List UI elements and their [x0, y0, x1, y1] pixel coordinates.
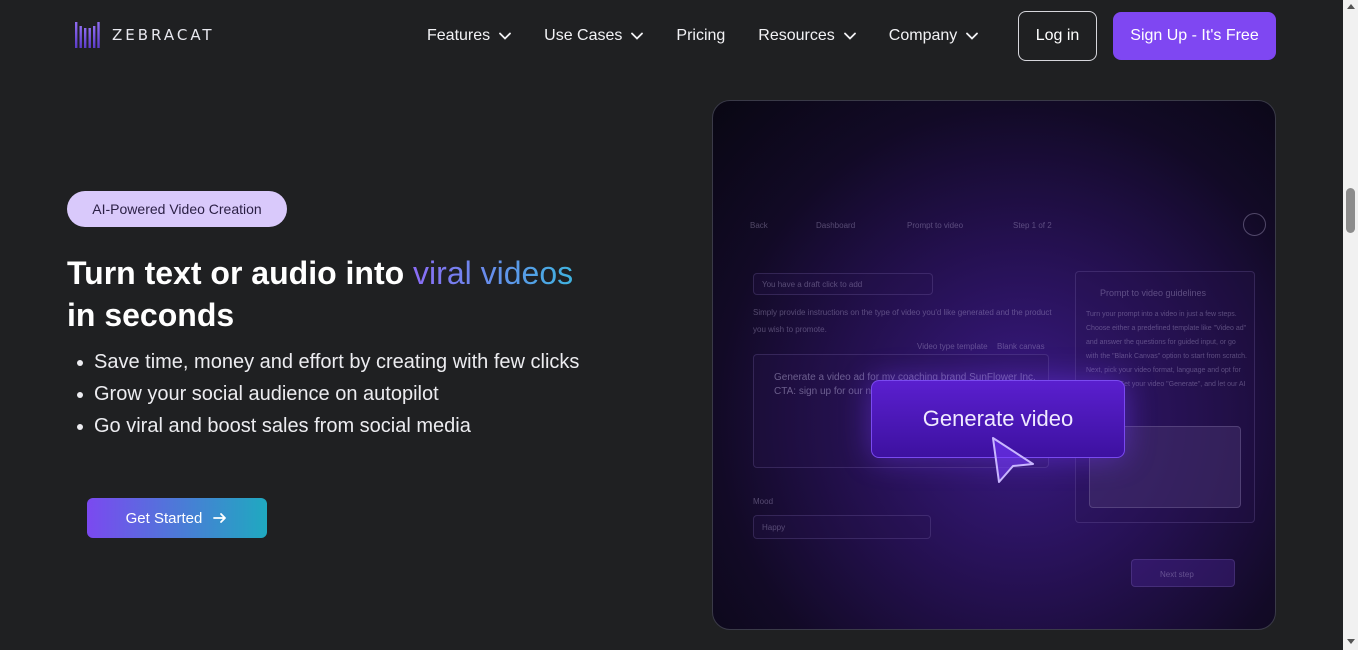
get-started-button[interactable]: Get Started: [87, 498, 267, 538]
brand-name: ZEBRACAT: [112, 26, 215, 44]
nav-item-label: Pricing: [676, 27, 726, 44]
preview-breadcrumb-prompt: Prompt to video: [907, 221, 964, 230]
nav-item-label: Features: [427, 27, 491, 44]
zebracat-logo-icon: [75, 22, 100, 48]
nav-item-label: Company: [888, 27, 958, 44]
draft-notice: You have a draft click to add: [753, 273, 933, 295]
get-started-label: Get Started: [125, 509, 203, 527]
next-step-button: Next step: [1131, 559, 1235, 587]
preview-step-indicator: Step 1 of 2: [1013, 221, 1052, 230]
nav-item-company[interactable]: Company: [888, 24, 979, 48]
nav-item-features[interactable]: Features: [427, 24, 512, 48]
nav-item-label: Use Cases: [544, 27, 623, 44]
nav-item-label: Resources: [758, 27, 835, 44]
guidelines-title: Prompt to video guidelines: [1100, 288, 1207, 298]
headline-start: Turn text or audio into: [67, 255, 414, 291]
draft-notice-text: You have a draft click to add: [762, 280, 863, 289]
next-step-label: Next step: [1160, 570, 1194, 579]
list-item: Go viral and boost sales from social med…: [77, 410, 614, 442]
scroll-up-icon[interactable]: [1347, 4, 1355, 9]
login-button[interactable]: Log in: [1018, 11, 1097, 61]
scrollbar-thumb[interactable]: [1346, 188, 1355, 233]
site-header: ZEBRACAT Features Use Cases Pricing Reso…: [0, 0, 1343, 72]
chevron-down-icon: [843, 32, 856, 40]
mood-input: Happy: [753, 515, 931, 539]
tab-blank-canvas: Blank canvas: [997, 342, 1045, 351]
nav-item-use-cases[interactable]: Use Cases: [544, 24, 644, 48]
list-item: Grow your social audience on autopilot: [77, 378, 614, 410]
mood-value: Happy: [762, 523, 786, 532]
cursor-icon: [992, 437, 1034, 483]
nav-item-pricing[interactable]: Pricing: [676, 24, 725, 48]
chevron-down-icon: [631, 32, 644, 40]
headline-highlight: viral videos: [413, 255, 574, 291]
page-scrollbar[interactable]: [1343, 0, 1358, 650]
main-nav: Features Use Cases Pricing Resources Com…: [427, 24, 1011, 48]
preview-breadcrumb-back: Back: [750, 221, 768, 230]
preview-instructions: Simply provide instructions on the type …: [753, 308, 1052, 334]
chevron-down-icon: [966, 32, 979, 40]
signup-button[interactable]: Sign Up - It's Free: [1113, 12, 1276, 60]
mood-label: Mood: [753, 497, 774, 506]
scroll-down-icon[interactable]: [1347, 639, 1355, 644]
tab-video-type-template: Video type template: [917, 342, 988, 351]
preview-breadcrumb-dashboard: Dashboard: [816, 221, 856, 230]
user-icon: [1243, 213, 1266, 236]
brand-logo[interactable]: ZEBRACAT: [74, 20, 215, 50]
list-item: Save time, money and effort by creating …: [77, 346, 614, 378]
hero-badge: AI-Powered Video Creation: [67, 191, 287, 227]
chevron-down-icon: [499, 32, 512, 40]
arrow-right-icon: [213, 513, 227, 523]
hero-benefits-list: Save time, money and effort by creating …: [77, 346, 614, 442]
hero-headline: Turn text or audio into viral videos in s…: [67, 252, 627, 336]
headline-end: in seconds: [67, 297, 235, 333]
product-preview: Back Dashboard Prompt to video Step 1 of…: [712, 100, 1276, 630]
nav-item-resources[interactable]: Resources: [758, 24, 856, 48]
